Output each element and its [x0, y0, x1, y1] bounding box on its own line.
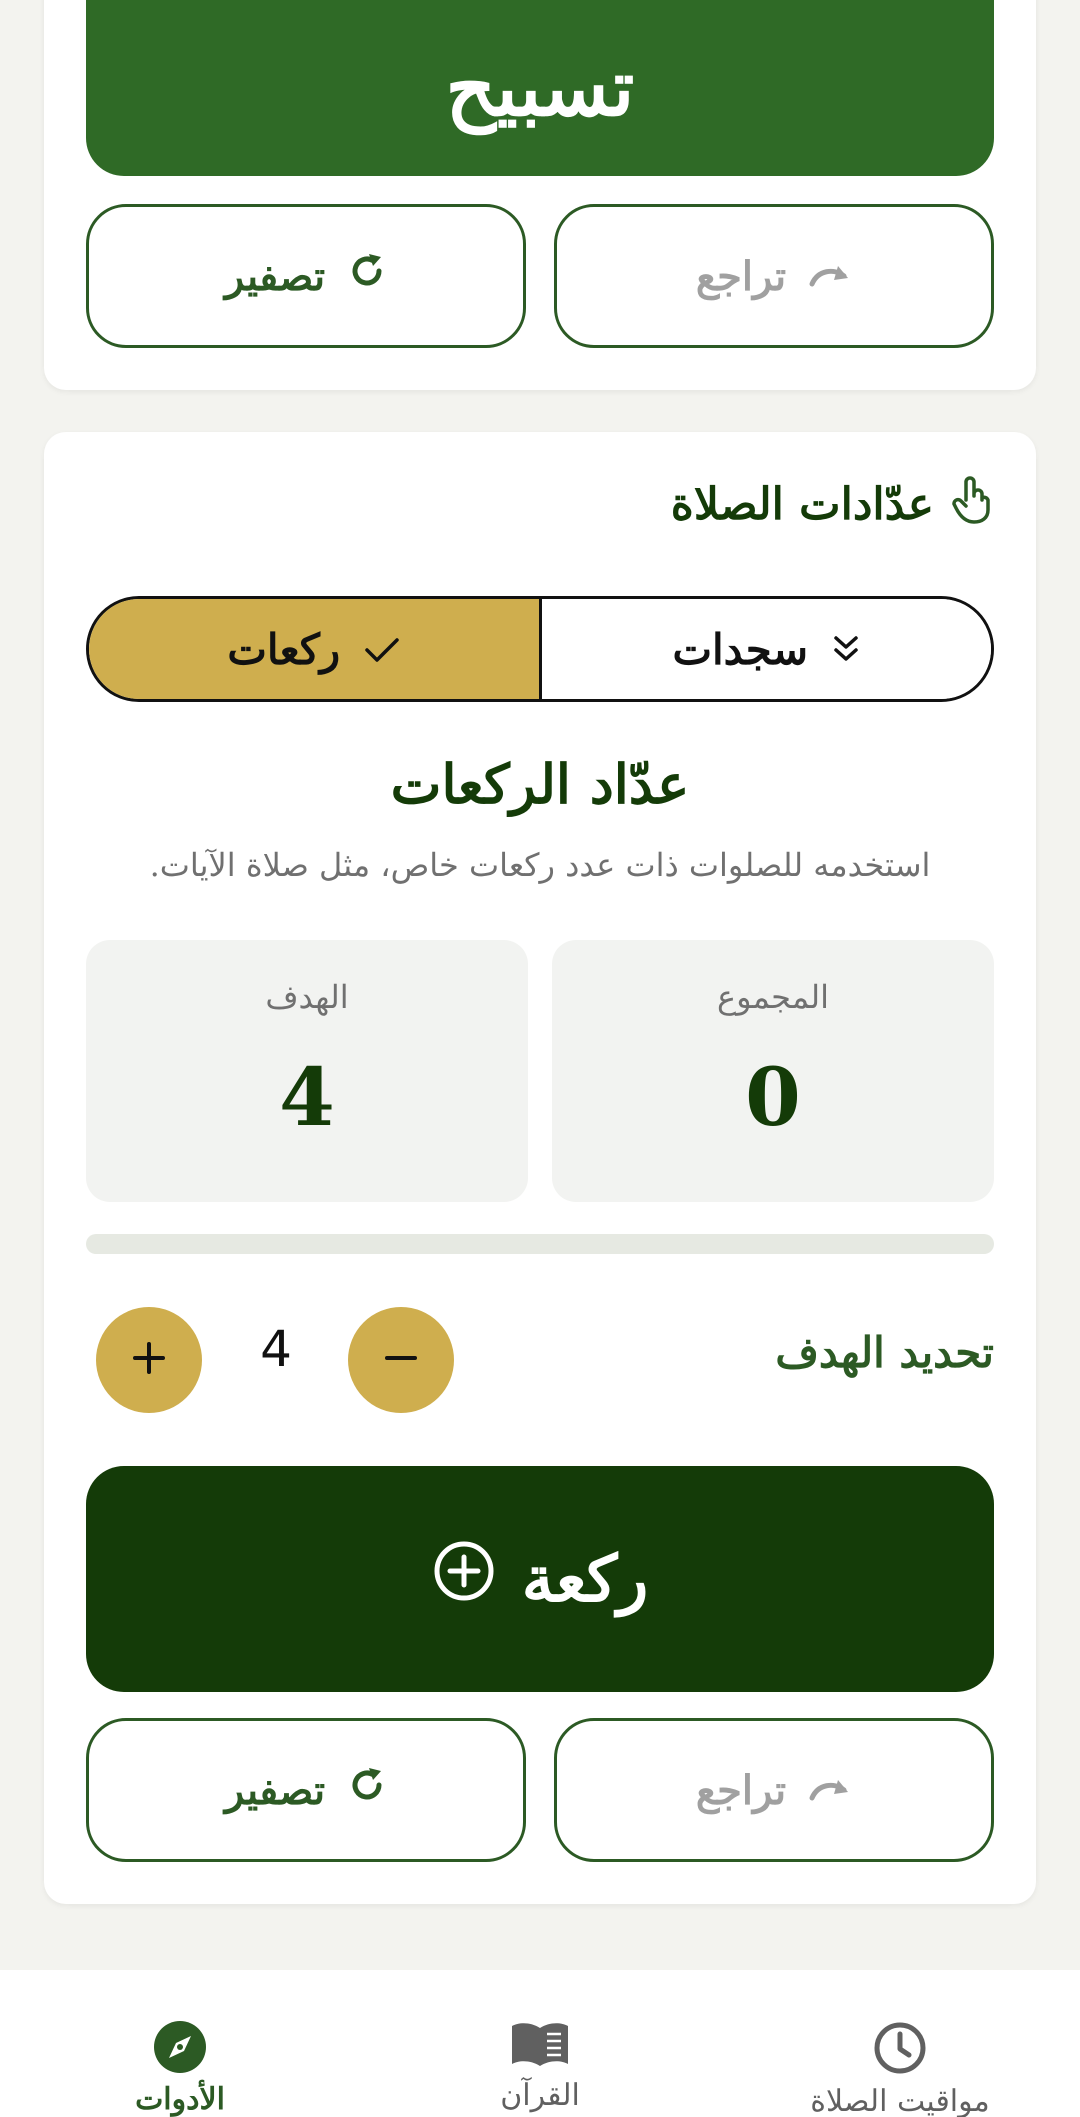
counter-subtitle: استخدمه للصلوات ذات عدد ركعات خاص، مثل ص… [149, 846, 931, 884]
increase-goal-button[interactable] [96, 1307, 202, 1413]
goal-value: 4 [279, 1050, 335, 1144]
tasbih-undo-label: تراجع [695, 252, 787, 300]
nav-quran[interactable]: القرآن [360, 1970, 720, 2117]
plus-icon [129, 1338, 169, 1382]
nav-tools[interactable]: الأدوات [0, 1970, 360, 2117]
refresh-icon [347, 1765, 387, 1815]
tab-rakaat[interactable]: ركعات [89, 599, 539, 699]
rakah-reset-label: تصفير [224, 1766, 326, 1814]
tab-sajdat-label: سجدات [672, 624, 809, 674]
double-chevron-down-icon [832, 625, 860, 674]
nav-prayer-times[interactable]: مواقيت الصلاة [720, 1970, 1080, 2117]
tab-sajdat[interactable]: سجدات [538, 599, 991, 699]
counter-type-segment: سجدات ركعات [86, 596, 994, 702]
app-screen: تسبيح تراجع تصفير عدّادات الصلاة سجدات ر… [0, 0, 1080, 2117]
total-stat: المجموع 0 [552, 940, 994, 1202]
clock-icon [872, 2020, 928, 2080]
hand-pointer-icon [952, 474, 992, 535]
rakah-button-label: ركعة [521, 1541, 649, 1617]
tasbih-reset-label: تصفير [224, 252, 326, 300]
checkmark-icon [364, 625, 400, 674]
minus-icon [381, 1338, 421, 1382]
progress-bar [86, 1234, 994, 1254]
tasbih-button[interactable]: تسبيح [86, 0, 994, 176]
bottom-nav: مواقيت الصلاة القرآن الأدوات [0, 1970, 1080, 2117]
goal-label: الهدف [265, 978, 349, 1016]
tasbih-button-label: تسبيح [445, 42, 635, 134]
nav-prayer-times-label: مواقيت الصلاة [810, 2084, 990, 2117]
plus-circle-icon [432, 1539, 496, 1619]
counter-title: عدّاد الركعات [390, 752, 690, 816]
undo-icon [808, 1767, 852, 1814]
goal-stepper-value: 4 [260, 1320, 292, 1378]
nav-tools-label: الأدوات [135, 2082, 225, 2117]
section-title: عدّادات الصلاة [671, 474, 992, 535]
add-rakah-button[interactable]: ركعة [86, 1466, 994, 1692]
undo-icon [808, 253, 852, 300]
tab-rakaat-label: ركعات [227, 624, 341, 674]
compass-icon [153, 2020, 207, 2078]
refresh-icon [347, 251, 387, 301]
total-value: 0 [745, 1050, 801, 1144]
total-label: المجموع [717, 978, 829, 1016]
tasbih-undo-button[interactable]: تراجع [554, 204, 994, 348]
set-goal-label: تحديد الهدف [775, 1328, 994, 1377]
nav-quran-label: القرآن [500, 2078, 580, 2113]
tasbih-reset-button[interactable]: تصفير [86, 204, 526, 348]
book-icon [509, 2020, 571, 2074]
section-title-text: عدّادات الصلاة [670, 479, 934, 530]
decrease-goal-button[interactable] [348, 1307, 454, 1413]
rakah-undo-button[interactable]: تراجع [554, 1718, 994, 1862]
rakah-undo-label: تراجع [695, 1766, 787, 1814]
rakah-reset-button[interactable]: تصفير [86, 1718, 526, 1862]
goal-stat: الهدف 4 [86, 940, 528, 1202]
